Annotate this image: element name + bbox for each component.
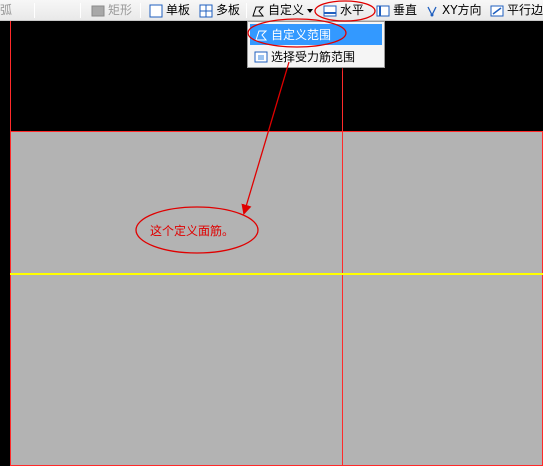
annotation-overlay <box>135 0 376 254</box>
highlight-ellipse-menu <box>247 18 347 48</box>
annotation-text: 这个定义面筋。 <box>150 224 235 238</box>
highlight-ellipse-horizontal <box>314 0 376 22</box>
annotation-arrow <box>241 61 290 215</box>
